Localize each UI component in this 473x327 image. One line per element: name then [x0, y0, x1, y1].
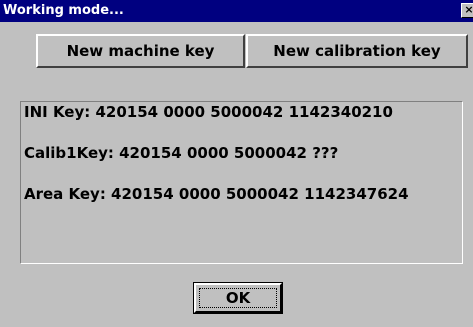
title-bar[interactable]: Working mode... ×: [0, 0, 473, 22]
calib1-key-text: Calib1Key: 420154 0000 5000042 ???: [24, 144, 339, 162]
ok-button[interactable]: OK: [193, 282, 283, 314]
area-key-text: Area Key: 420154 0000 5000042 1142347624: [24, 185, 409, 203]
working-mode-dialog: Working mode... × New machine key New ca…: [0, 0, 473, 327]
ini-key-text: INI Key: 420154 0000 5000042 1142340210: [24, 103, 393, 121]
new-machine-key-button[interactable]: New machine key: [36, 34, 245, 68]
window-title: Working mode...: [3, 3, 124, 18]
close-button[interactable]: ×: [461, 3, 473, 18]
new-calibration-key-button[interactable]: New calibration key: [246, 34, 468, 68]
ok-button-label: OK: [225, 289, 251, 307]
close-icon: ×: [464, 3, 473, 16]
keys-panel: INI Key: 420154 0000 5000042 1142340210 …: [20, 101, 463, 264]
